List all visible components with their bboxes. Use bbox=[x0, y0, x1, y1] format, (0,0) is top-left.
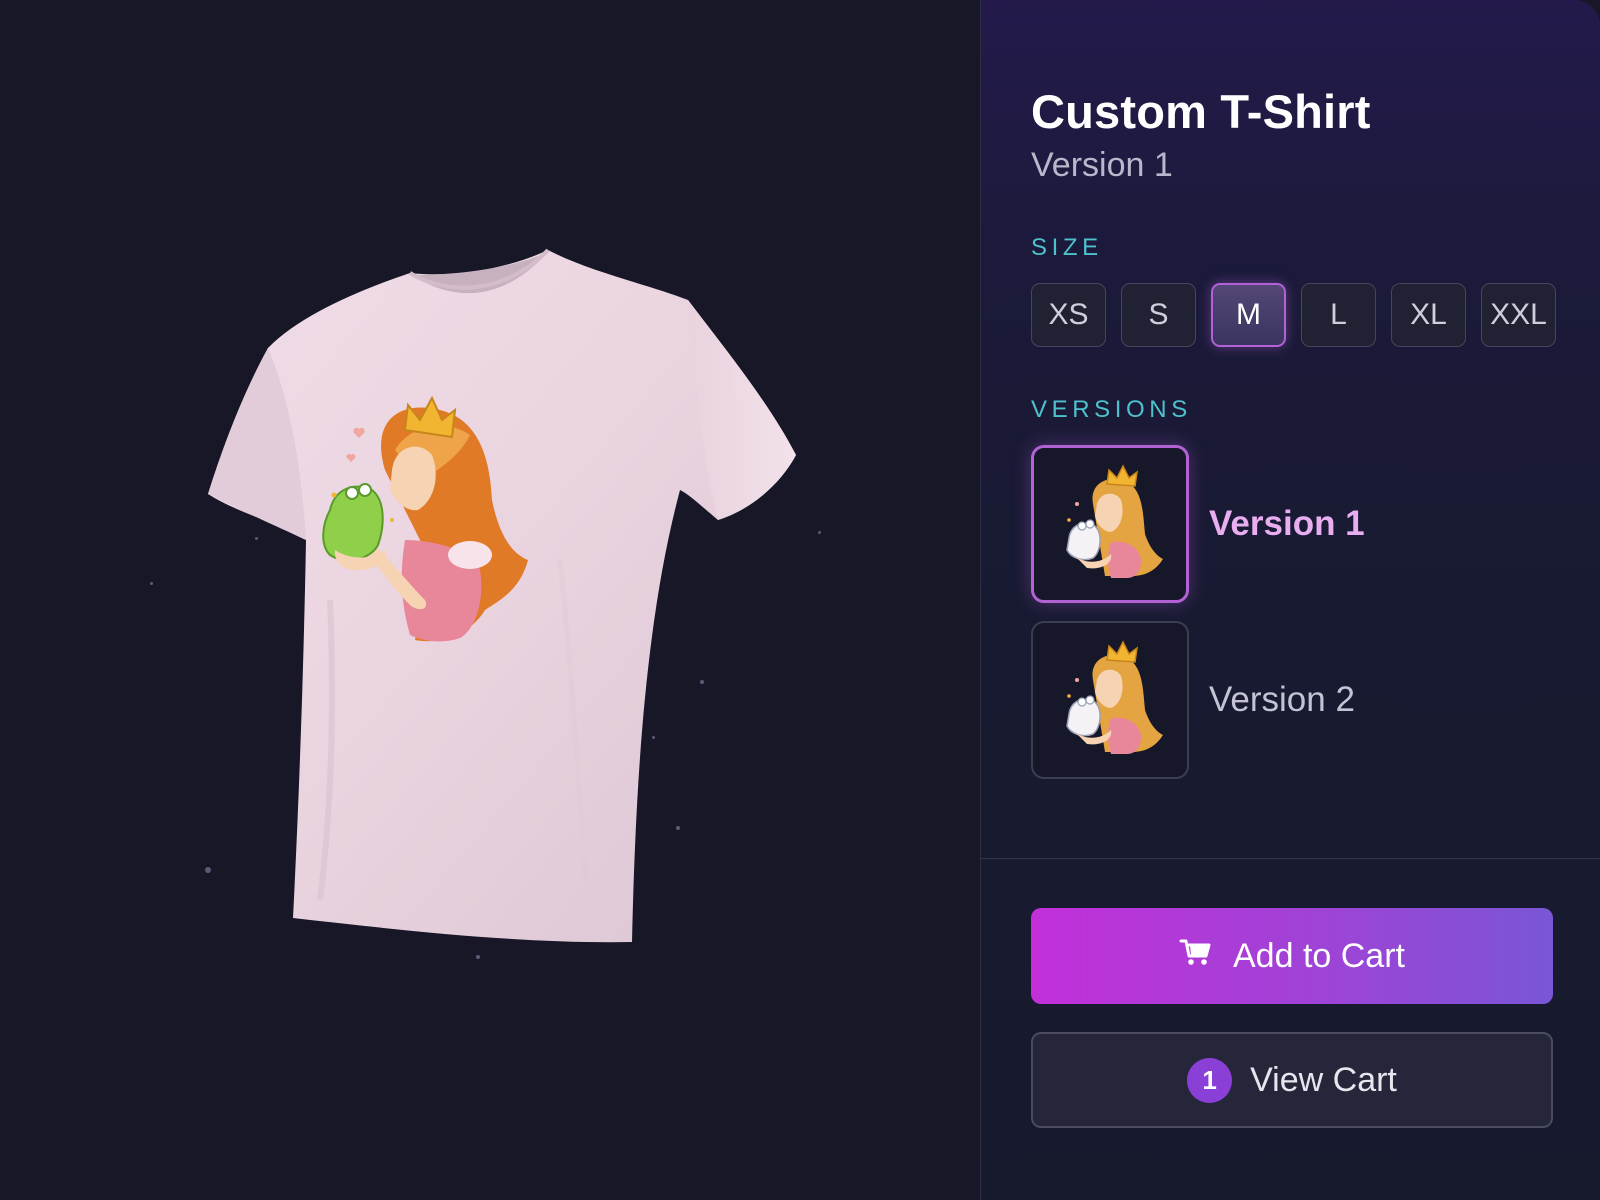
princess-frog-thumbnail-icon bbox=[1066, 640, 1163, 754]
product-3d-viewer[interactable] bbox=[0, 0, 980, 1200]
size-option-xxl[interactable]: XXL bbox=[1481, 283, 1556, 347]
version-option-1[interactable]: Version 1 bbox=[1031, 445, 1365, 603]
product-subtitle: Version 1 bbox=[1031, 146, 1173, 184]
product-title: Custom T-Shirt bbox=[1031, 85, 1371, 138]
add-to-cart-button[interactable]: Add to Cart bbox=[1031, 908, 1553, 1004]
cart-icon bbox=[1179, 937, 1213, 976]
size-option-l[interactable]: L bbox=[1301, 283, 1376, 347]
panel-divider bbox=[981, 858, 1600, 859]
view-cart-button[interactable]: 1 View Cart bbox=[1031, 1032, 1553, 1128]
size-option-s[interactable]: S bbox=[1121, 283, 1196, 347]
cart-count-badge: 1 bbox=[1187, 1057, 1233, 1103]
versions-section-label: VERSIONS bbox=[1031, 396, 1192, 423]
app: Custom T-Shirt Version 1 SIZE XS S M L X… bbox=[0, 0, 1600, 1200]
version-thumbnail[interactable] bbox=[1031, 621, 1189, 779]
view-cart-label: View Cart bbox=[1250, 1060, 1397, 1099]
tshirt-model[interactable] bbox=[0, 0, 980, 1200]
version-thumbnail[interactable] bbox=[1031, 445, 1189, 603]
product-options-panel: Custom T-Shirt Version 1 SIZE XS S M L X… bbox=[980, 0, 1600, 1200]
add-to-cart-label: Add to Cart bbox=[1233, 936, 1405, 975]
size-option-m[interactable]: M bbox=[1211, 283, 1286, 347]
size-option-xl[interactable]: XL bbox=[1391, 283, 1466, 347]
version-label: Version 1 bbox=[1209, 504, 1365, 543]
version-option-2[interactable]: Version 2 bbox=[1031, 621, 1355, 779]
princess-frog-thumbnail-icon bbox=[1066, 464, 1163, 578]
size-selector: XS S M L XL XXL bbox=[1031, 283, 1556, 347]
size-section-label: SIZE bbox=[1031, 234, 1103, 261]
size-option-xs[interactable]: XS bbox=[1031, 283, 1106, 347]
version-label: Version 2 bbox=[1209, 680, 1355, 719]
